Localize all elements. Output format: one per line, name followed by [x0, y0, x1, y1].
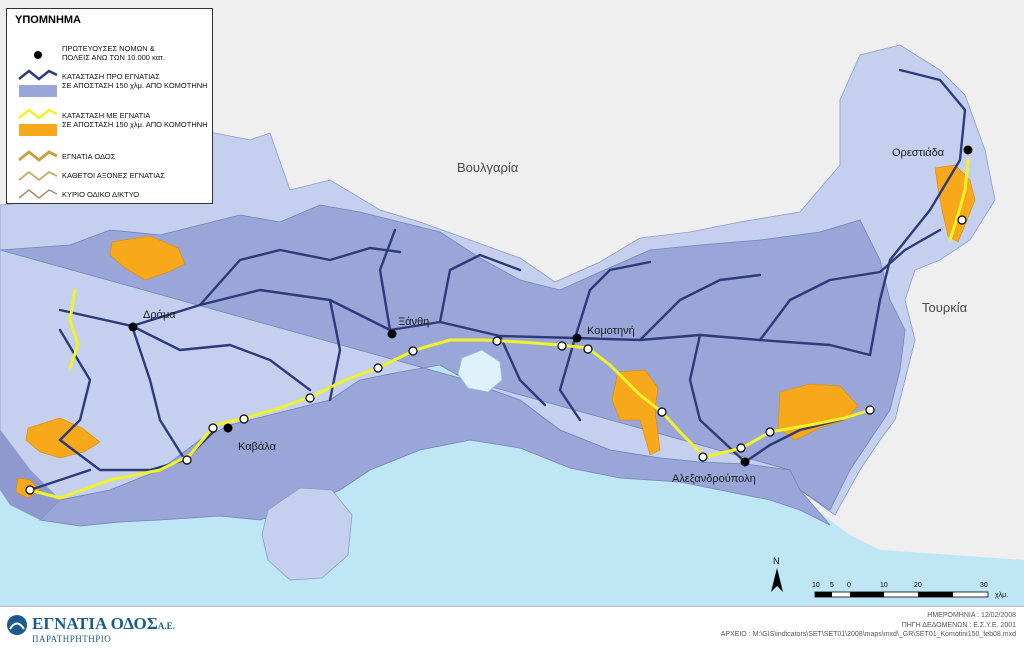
logo-suffix: Α.Ε.: [157, 621, 175, 631]
interchange: [557, 341, 567, 351]
interchange: [698, 452, 708, 462]
with-egnatia-area-icon: [19, 124, 57, 136]
city-dot-kavala[interactable]: [223, 423, 233, 433]
vertical-axis-road-icon: [18, 170, 58, 182]
city-label-komotini: Κομοτηνή: [587, 325, 635, 337]
country-label-bulgaria: Βουλγαρία: [457, 160, 519, 175]
city-dot-drama[interactable]: [128, 322, 138, 332]
scale-bar-segment: [850, 592, 884, 597]
city-label-alexandroupoli: Αλεξανδρούπολη: [672, 473, 756, 485]
logo-name: ΕΓΝΑΤΙΑ ΟΔΟΣΑ.Ε.: [32, 614, 175, 633]
main-road-icon: [18, 189, 58, 199]
scale-tick: 10: [812, 582, 820, 589]
city-dot-xanthi[interactable]: [387, 329, 397, 339]
interchange: [492, 336, 502, 346]
legend-label-egnatia: ΕΓΝΑΤΙΑ ΟΔΟΣ: [62, 152, 116, 161]
map-file: ΑΡΧΕΙΟ : M:\GIS\indicators\SET\SET01\200…: [720, 631, 1016, 638]
interchange: [957, 215, 967, 225]
company-logo[interactable]: ΕΓΝΑΤΙΑ ΟΔΟΣΑ.Ε. ΠΑΡΑΤΗΡΗΤΗΡΙΟ: [6, 612, 175, 646]
map-date: ΗΜΕΡΟΜΗΝΙΑ : 12/02/2008: [927, 612, 1016, 619]
legend-label-pre-egnatia: ΚΑΤΑΣΤΑΣΗ ΠΡΟ ΕΓΝΑΤΙΑΣ ΣΕ ΑΠΟΣΤΑΣΗ 150 χλ…: [62, 72, 208, 90]
interchange: [765, 427, 775, 437]
interchange: [657, 407, 667, 417]
scale-tick: 30: [980, 582, 988, 589]
interchange: [25, 485, 35, 495]
interchange: [736, 443, 746, 453]
scale-unit: χλμ.: [995, 592, 1008, 599]
scale-tick: 20: [914, 582, 922, 589]
city-label-drama: Δράμα: [143, 309, 176, 321]
interchange: [182, 455, 192, 465]
logo-subtitle: ΠΑΡΑΤΗΡΗΤΗΡΙΟ: [32, 634, 112, 644]
legend-label-with-egnatia: ΚΑΤΑΣΤΑΣΗ ΜΕ ΕΓΝΑΤΙΑ ΣΕ ΑΠΟΣΤΑΣΗ 150 χλμ.…: [62, 111, 208, 129]
city-label-orestiada: Ορεστιάδα: [892, 147, 945, 159]
interchange: [239, 414, 249, 424]
interchange: [583, 344, 593, 354]
scale-tick: 10: [880, 582, 888, 589]
scale-tick: 5: [830, 582, 834, 589]
pre-egnatia-area-icon: [19, 85, 57, 97]
city-dot-orestiada[interactable]: [963, 145, 973, 155]
scale-bar-segment: [918, 592, 953, 597]
city-dot-alexandroupoli[interactable]: [740, 457, 750, 467]
with-egnatia-line-icon: [18, 108, 58, 120]
map-source: ΠΗΓΗ ΔΕΔΟΜΕΝΩΝ : Ε.Σ.Υ.Ε. 2001: [901, 621, 1016, 629]
footer: ΕΓΝΑΤΙΑ ΟΔΟΣΑ.Ε. ΠΑΡΑΤΗΡΗΤΗΡΙΟ ΗΜΕΡΟΜΗΝΙ…: [0, 606, 1024, 648]
interchange: [408, 346, 418, 356]
pre-egnatia-line-icon: [18, 69, 58, 81]
country-label-turkey: Τουρκία: [922, 300, 968, 315]
legend-label-vertical-axes: ΚΑΘΕΤΟΙ ΑΞΟΝΕΣ ΕΓΝΑΤΙΑΣ: [62, 171, 165, 180]
interchange: [373, 363, 383, 373]
interchange: [305, 393, 315, 403]
city-label-kavala: Καβάλα: [238, 441, 277, 453]
logo-mark-icon: [7, 615, 27, 635]
interchange: [208, 423, 218, 433]
legend-label-cities: ΠΡΩΤΕΥΟΥΣΕΣ ΝΟΜΩΝ & ΠΟΛΕΙΣ ΑΝΩ ΤΩΝ 10.000…: [62, 44, 166, 62]
legend-label-main-roads: ΚΥΡΙΟ ΟΔΙΚΟ ΔΙΚΤΥΟ: [62, 190, 140, 199]
egnatia-road-icon: [18, 150, 58, 162]
legend-panel: ΥΠΟΜΝΗΜΑ ΠΡΩΤΕΥΟΥΣΕΣ ΝΟΜΩΝ & ΠΟΛΕΙΣ ΑΝΩ Τ…: [6, 8, 213, 204]
interchange: [865, 405, 875, 415]
city-dot-komotini[interactable]: [572, 333, 582, 343]
city-label-xanthi: Ξάνθη: [398, 316, 429, 328]
map-info: ΗΜΕΡΟΜΗΝΙΑ : 12/02/2008 ΠΗΓΗ ΔΕΔΟΜΕΝΩΝ :…: [666, 611, 1016, 640]
scale-bar-segment: [815, 592, 832, 597]
scale-bar-frame: [814, 591, 989, 598]
north-label: N: [773, 556, 780, 566]
city-dot-icon: [34, 51, 42, 59]
scale-tick: 0: [847, 582, 851, 589]
